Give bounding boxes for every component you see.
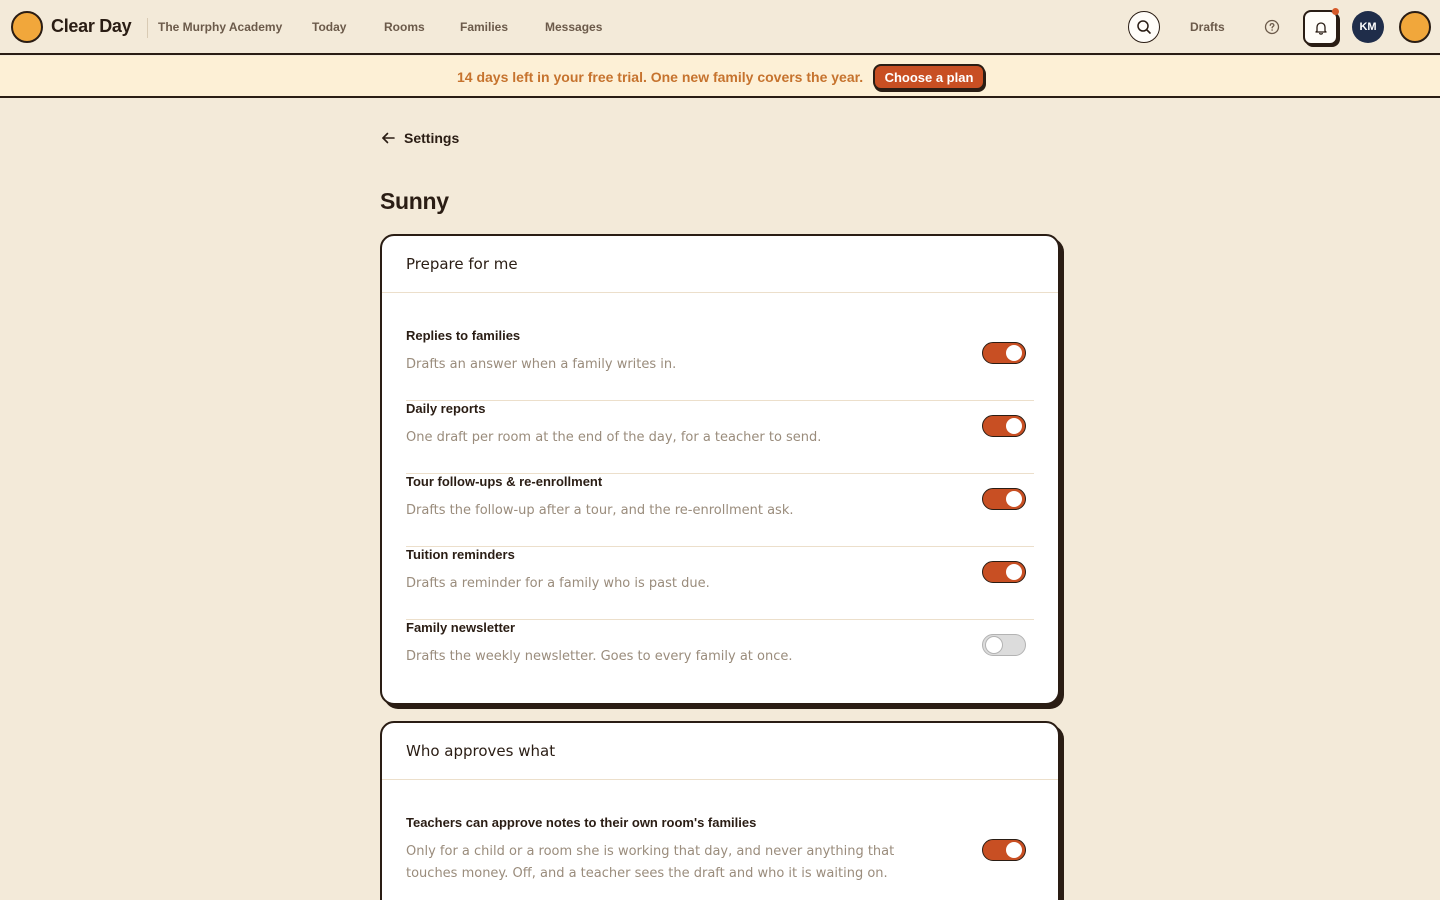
bell-icon — [1314, 21, 1327, 35]
who-approves-what-card: Who approves what Teachers can approve n… — [380, 721, 1060, 900]
trial-banner: 14 days left in your free trial. One new… — [0, 56, 1440, 98]
brand-divider — [147, 18, 148, 38]
assistant-avatar[interactable] — [1399, 11, 1431, 43]
back-link-label: Settings — [404, 130, 460, 146]
trial-banner-text: 14 days left in your free trial. One new… — [457, 69, 864, 85]
setting-title: Tuition reminders — [406, 547, 515, 562]
page-title: Sunny — [380, 188, 449, 214]
tuition-reminders-toggle[interactable] — [982, 561, 1026, 583]
help-button[interactable] — [1263, 18, 1281, 36]
nav-rooms[interactable]: Rooms — [384, 20, 425, 34]
setting-row: Family newsletter Drafts the weekly news… — [406, 620, 1034, 693]
setting-description: Drafts the weekly newsletter. Goes to ev… — [406, 649, 793, 664]
tour-follow-ups-toggle[interactable] — [982, 488, 1026, 510]
toggle-knob — [1006, 418, 1022, 434]
setting-description: Drafts a reminder for a family who is pa… — [406, 576, 710, 591]
setting-row: Daily reports One draft per room at the … — [406, 401, 1034, 474]
nav-school-name[interactable]: The Murphy Academy — [158, 20, 282, 34]
family-newsletter-toggle[interactable] — [982, 634, 1026, 656]
nav-drafts[interactable]: Drafts — [1190, 20, 1225, 34]
toggle-knob — [1006, 345, 1022, 361]
brand-logo[interactable] — [11, 11, 43, 43]
setting-description: Only for a child or a room she is workin… — [406, 844, 895, 881]
setting-row: Replies to families Drafts an answer whe… — [406, 328, 1034, 401]
toggle-knob — [985, 636, 1003, 654]
toggle-knob — [1006, 842, 1022, 858]
replies-to-families-toggle[interactable] — [982, 342, 1026, 364]
card-title: Prepare for me — [382, 236, 1058, 293]
brand-name[interactable]: Clear Day — [51, 16, 132, 37]
setting-row: Teachers can approve notes to their own … — [406, 815, 1034, 895]
card-title: Who approves what — [382, 723, 1058, 780]
search-button[interactable] — [1128, 11, 1160, 43]
toggle-knob — [1006, 491, 1022, 507]
setting-title: Replies to families — [406, 328, 521, 343]
setting-description: One draft per room at the end of the day… — [406, 430, 822, 445]
setting-row: Tuition reminders Drafts a reminder for … — [406, 547, 1034, 620]
choose-plan-button[interactable]: Choose a plan — [873, 64, 985, 90]
setting-description: Drafts the follow-up after a tour, and t… — [406, 503, 794, 518]
arrow-left-icon — [382, 132, 395, 144]
setting-description: Drafts an answer when a family writes in… — [406, 357, 677, 372]
help-circle-icon — [1264, 19, 1280, 35]
notification-dot — [1332, 8, 1339, 15]
nav-messages[interactable]: Messages — [545, 20, 602, 34]
setting-title: Tour follow-ups & re-enrollment — [406, 474, 603, 489]
toggle-knob — [1006, 564, 1022, 580]
notifications-button[interactable] — [1303, 8, 1339, 45]
search-icon — [1137, 20, 1151, 34]
prepare-for-me-card: Prepare for me Replies to families Draft… — [380, 234, 1060, 705]
daily-reports-toggle[interactable] — [982, 415, 1026, 437]
setting-title: Teachers can approve notes to their own … — [406, 815, 757, 830]
nav-families[interactable]: Families — [460, 20, 508, 34]
user-avatar[interactable]: KM — [1352, 11, 1384, 43]
top-nav: Clear Day The Murphy Academy Today Rooms… — [0, 0, 1440, 55]
nav-today[interactable]: Today — [312, 20, 346, 34]
setting-title: Family newsletter — [406, 620, 516, 635]
setting-title: Daily reports — [406, 401, 486, 416]
setting-row: Tour follow-ups & re-enrollment Drafts t… — [406, 474, 1034, 547]
back-to-settings-link[interactable]: Settings — [380, 130, 459, 146]
teachers-approve-notes-toggle[interactable] — [982, 839, 1026, 861]
